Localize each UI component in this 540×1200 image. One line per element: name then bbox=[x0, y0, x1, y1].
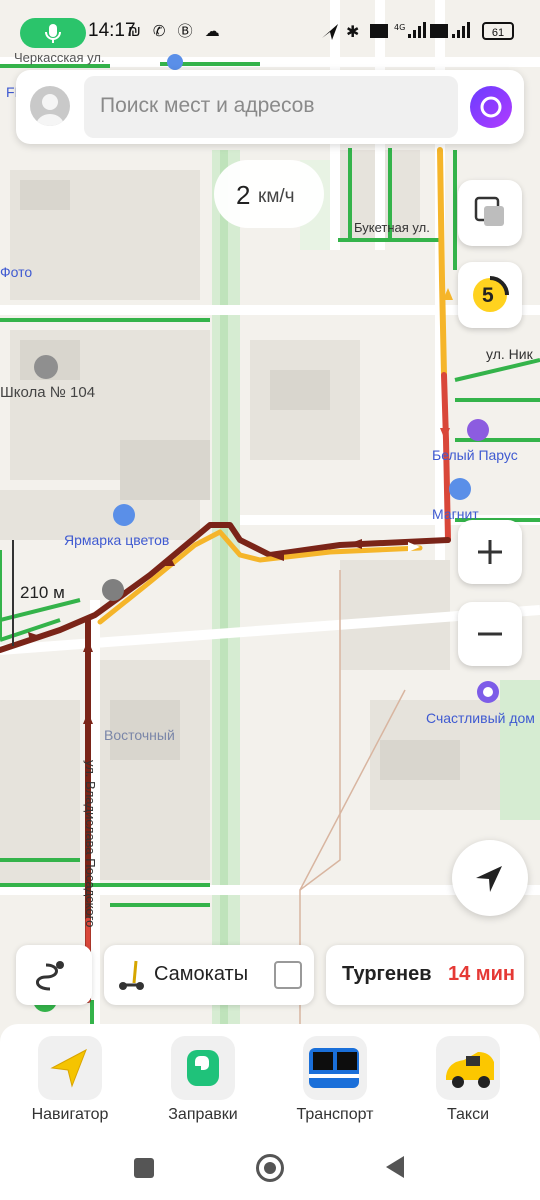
poi-label-schastlivy[interactable]: Счастливый дом bbox=[426, 710, 535, 726]
scooters-checkbox[interactable] bbox=[274, 961, 302, 989]
poi-label-school[interactable]: Школа № 104 bbox=[0, 384, 95, 401]
poi-label-foto: Фото bbox=[0, 264, 33, 280]
service-fuel[interactable] bbox=[171, 1036, 235, 1100]
street-label-buketnaya: Букетная ул. bbox=[354, 220, 430, 235]
microphone-icon bbox=[45, 24, 61, 43]
my-location-button[interactable] bbox=[452, 840, 528, 916]
service-transport[interactable] bbox=[303, 1036, 367, 1100]
service-navigator[interactable] bbox=[38, 1036, 102, 1100]
home-dot bbox=[264, 1162, 276, 1174]
minus-icon bbox=[478, 632, 502, 636]
route-button[interactable] bbox=[16, 945, 92, 1005]
location-arrow-icon bbox=[476, 866, 502, 892]
mic-indicator bbox=[20, 18, 86, 48]
layers-button[interactable] bbox=[458, 180, 522, 246]
route-icon bbox=[36, 961, 64, 991]
zoom-out-button[interactable] bbox=[458, 602, 522, 666]
service-taxi[interactable] bbox=[436, 1036, 500, 1100]
street-label-cherkasskaya: Черкасская ул. bbox=[14, 50, 105, 65]
eta-time: 14 мин bbox=[448, 963, 515, 985]
home-button[interactable] bbox=[256, 1154, 284, 1182]
status-right-icons: ✱ 4G bbox=[320, 20, 480, 46]
svg-text:✱: ✱ bbox=[346, 22, 359, 41]
district-label-vostochny: Восточный bbox=[104, 727, 175, 743]
avatar[interactable] bbox=[30, 86, 70, 126]
layers-icon bbox=[474, 196, 504, 226]
battery-indicator: 61 bbox=[482, 22, 514, 40]
eta-chip[interactable]: Тургенев 14 мин bbox=[326, 945, 524, 1005]
fuel-icon bbox=[187, 1050, 219, 1086]
back-icon[interactable] bbox=[384, 1154, 408, 1180]
traffic-level: 5 bbox=[482, 284, 494, 307]
alice-icon bbox=[480, 96, 502, 118]
speed-unit: км/ч bbox=[258, 186, 295, 207]
scooters-chip[interactable]: Самокаты bbox=[104, 945, 314, 1005]
recents-button[interactable] bbox=[134, 1158, 154, 1178]
signal-icons: ✱ 4G bbox=[322, 22, 470, 41]
taxi-icon bbox=[446, 1052, 494, 1088]
navigator-icon bbox=[50, 1048, 87, 1088]
user-icon bbox=[36, 94, 64, 126]
eta-destination: Тургенев bbox=[342, 963, 432, 985]
service-fuel-label: Заправки bbox=[168, 1106, 238, 1123]
service-navigator-label: Навигатор bbox=[31, 1106, 109, 1123]
street-label-vladislava: ул. Владислава Посадского bbox=[83, 760, 98, 928]
status-notification-icons: ₪ ✆ Ⓑ ☁ bbox=[128, 23, 224, 40]
bus-icon bbox=[309, 1048, 359, 1088]
scale-bar bbox=[12, 540, 14, 646]
network-4g-label: 4G bbox=[394, 23, 405, 32]
search-placeholder: Поиск мест и адресов bbox=[100, 94, 315, 117]
alice-voice-button[interactable] bbox=[470, 86, 512, 128]
plus-icon bbox=[478, 540, 502, 564]
scale-label: 210 м bbox=[20, 583, 65, 602]
poi-label-bely-parus[interactable]: Белый Парус bbox=[432, 447, 518, 463]
service-transport-label: Транспорт bbox=[296, 1106, 374, 1123]
zoom-in-button[interactable] bbox=[458, 520, 522, 584]
service-taxi-label: Такси bbox=[446, 1106, 490, 1123]
scooters-label: Самокаты bbox=[154, 963, 249, 985]
speed-value: 2 bbox=[236, 180, 251, 210]
poi-label-yarmarka[interactable]: Ярмарка цветов bbox=[64, 532, 169, 548]
scooter-icon bbox=[119, 960, 144, 990]
street-label-nik: ул. Ник bbox=[486, 346, 533, 362]
